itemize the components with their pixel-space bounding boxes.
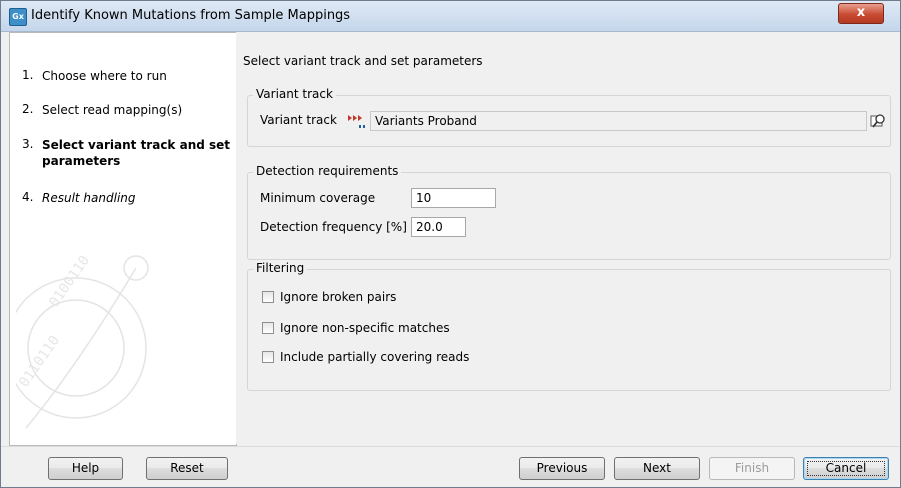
step-label: Result handling bbox=[42, 191, 136, 205]
group-title: Filtering bbox=[253, 261, 308, 275]
group-title: Variant track bbox=[253, 87, 336, 101]
dialog-window: Gx Identify Known Mutations from Sample … bbox=[0, 0, 901, 488]
checkbox-label: Ignore broken pairs bbox=[280, 290, 397, 304]
detection-requirements-group: Detection requirements Minimum coverage … bbox=[247, 164, 891, 260]
minimum-coverage-label: Minimum coverage bbox=[260, 191, 376, 205]
step-label: Select variant track and set parameters bbox=[42, 138, 231, 168]
close-button[interactable]: x bbox=[838, 3, 884, 24]
svg-text:0110110: 0110110 bbox=[16, 333, 63, 391]
checkbox-label: Ignore non-specific matches bbox=[280, 321, 450, 335]
ignore-non-specific-matches-checkbox[interactable] bbox=[262, 322, 274, 334]
variant-track-field[interactable]: Variants Proband bbox=[370, 111, 867, 131]
button-bar: Help Reset Previous Next Finish Cancel bbox=[1, 446, 900, 487]
reset-button[interactable]: Reset bbox=[146, 457, 228, 480]
step-number: 2. bbox=[22, 102, 34, 116]
browse-search-icon[interactable] bbox=[870, 112, 888, 133]
group-title: Detection requirements bbox=[253, 164, 402, 178]
next-button[interactable]: Next bbox=[614, 457, 700, 480]
help-button[interactable]: Help bbox=[48, 457, 123, 480]
include-partially-covering-reads-checkbox[interactable] bbox=[262, 351, 274, 363]
previous-button[interactable]: Previous bbox=[519, 457, 605, 480]
app-icon: Gx bbox=[9, 8, 27, 26]
variant-track-label: Variant track bbox=[260, 113, 337, 127]
step-number: 1. bbox=[22, 68, 34, 82]
page-heading: Select variant track and set parameters bbox=[243, 54, 483, 68]
step-label: Select read mapping(s) bbox=[42, 103, 183, 117]
step-number: 4. bbox=[22, 190, 34, 204]
detection-frequency-input[interactable]: 20.0 bbox=[411, 217, 466, 237]
detection-frequency-label: Detection frequency [%] bbox=[260, 220, 407, 234]
window-title: Identify Known Mutations from Sample Map… bbox=[31, 8, 351, 23]
focus-outline bbox=[807, 461, 885, 476]
variant-track-icon bbox=[348, 112, 372, 133]
finish-button[interactable]: Finish bbox=[709, 457, 795, 480]
checkbox-label: Include partially covering reads bbox=[280, 350, 470, 364]
minimum-coverage-input[interactable]: 10 bbox=[411, 188, 496, 208]
step-label: Choose where to run bbox=[42, 69, 167, 83]
wizard-steps-panel: 1. Choose where to run 2. Select read ma… bbox=[9, 32, 237, 446]
content-panel: Select variant track and set parameters … bbox=[236, 32, 900, 444]
filtering-group: Filtering Ignore broken pairs Ignore non… bbox=[247, 261, 891, 391]
ignore-broken-pairs-checkbox[interactable] bbox=[262, 291, 274, 303]
dna-watermark-icon: 0100110 0110110 bbox=[16, 253, 149, 429]
title-bar: Gx Identify Known Mutations from Sample … bbox=[1, 1, 900, 32]
cancel-button[interactable]: Cancel bbox=[803, 457, 889, 480]
step-number: 3. bbox=[22, 137, 34, 151]
variant-track-group: Variant track Variant track Variants Pro… bbox=[247, 87, 891, 147]
